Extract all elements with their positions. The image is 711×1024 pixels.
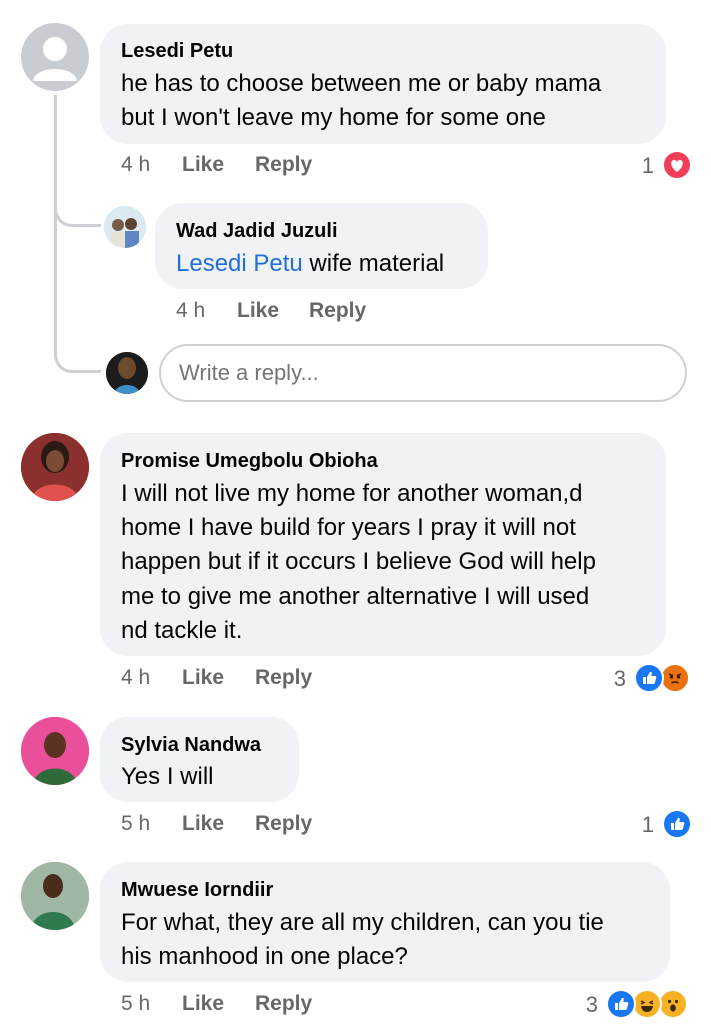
comment-timestamp[interactable]: 4 h <box>121 153 150 177</box>
comment-timestamp[interactable]: 5 h <box>121 992 150 1016</box>
reply-text: Lesedi Petu wife material <box>176 247 444 282</box>
reaction-count[interactable]: 3 <box>602 666 626 692</box>
avatar-wad-jadid-juzuli[interactable] <box>104 206 146 248</box>
reply-timestamp[interactable]: 4 h <box>176 299 205 323</box>
reply-button[interactable]: Reply <box>255 666 312 690</box>
wow-icon <box>658 989 688 1019</box>
like-button[interactable]: Like <box>237 299 279 323</box>
comment-text-line: I will not live my home for another woma… <box>121 480 583 507</box>
love-icon <box>662 150 692 180</box>
reply-button[interactable]: Reply <box>255 153 312 177</box>
avatar-lesedi-petu[interactable] <box>21 23 89 91</box>
comment-text-line: but I won't leave my home for some one <box>121 104 546 131</box>
comment-text-line: happen but if it occurs I believe God wi… <box>121 548 596 575</box>
comment-timestamp[interactable]: 4 h <box>121 666 150 690</box>
reaction-count[interactable]: 1 <box>630 812 654 838</box>
like-icon <box>634 663 664 693</box>
comment-author[interactable]: Lesedi Petu <box>121 40 233 63</box>
reply-button[interactable]: Reply <box>255 812 312 836</box>
comment-text-line: Yes I will <box>121 763 214 790</box>
comment-text-line: me to give me another alternative I will… <box>121 583 590 610</box>
reply-button[interactable]: Reply <box>309 299 366 323</box>
mention-link[interactable]: Lesedi Petu <box>176 250 303 277</box>
avatar-mwuese-iorndiir[interactable] <box>21 862 89 930</box>
like-button[interactable]: Like <box>182 153 224 177</box>
comment-author[interactable]: Promise Umegbolu Obioha <box>121 450 378 473</box>
avatar-sylvia-nandwa[interactable] <box>21 717 89 785</box>
current-user-avatar[interactable] <box>106 352 148 394</box>
comment-text-line: home I have build for years I pray it wi… <box>121 514 576 541</box>
haha-icon <box>632 989 662 1019</box>
thread-branch-2 <box>54 340 101 373</box>
thread-line <box>54 95 57 357</box>
like-icon <box>662 809 692 839</box>
like-button[interactable]: Like <box>182 992 224 1016</box>
avatar-promise-umegbolu-obioha[interactable] <box>21 433 89 501</box>
reply-author[interactable]: Wad Jadid Juzuli <box>176 220 338 243</box>
like-button[interactable]: Like <box>182 666 224 690</box>
angry-icon <box>660 663 690 693</box>
default-avatar-icon <box>33 37 77 81</box>
comment-text-line: For what, they are all my children, can … <box>121 909 604 936</box>
comment-text-line: nd tackle it. <box>121 617 243 644</box>
thread-branch-1 <box>54 196 101 227</box>
comment-timestamp[interactable]: 5 h <box>121 812 150 836</box>
comment-text-line: his manhood in one place? <box>121 943 408 970</box>
like-button[interactable]: Like <box>182 812 224 836</box>
reply-text-body: wife material <box>302 250 445 277</box>
reply-input[interactable] <box>159 344 687 402</box>
comment-author[interactable]: Mwuese Iorndiir <box>121 879 273 902</box>
reaction-count[interactable]: 1 <box>630 153 654 179</box>
reaction-count[interactable]: 3 <box>574 992 598 1018</box>
like-icon <box>606 989 636 1019</box>
comment-author[interactable]: Sylvia Nandwa <box>121 734 261 757</box>
reply-button[interactable]: Reply <box>255 992 312 1016</box>
comment-text-line: he has to choose between me or baby mama <box>121 70 602 97</box>
